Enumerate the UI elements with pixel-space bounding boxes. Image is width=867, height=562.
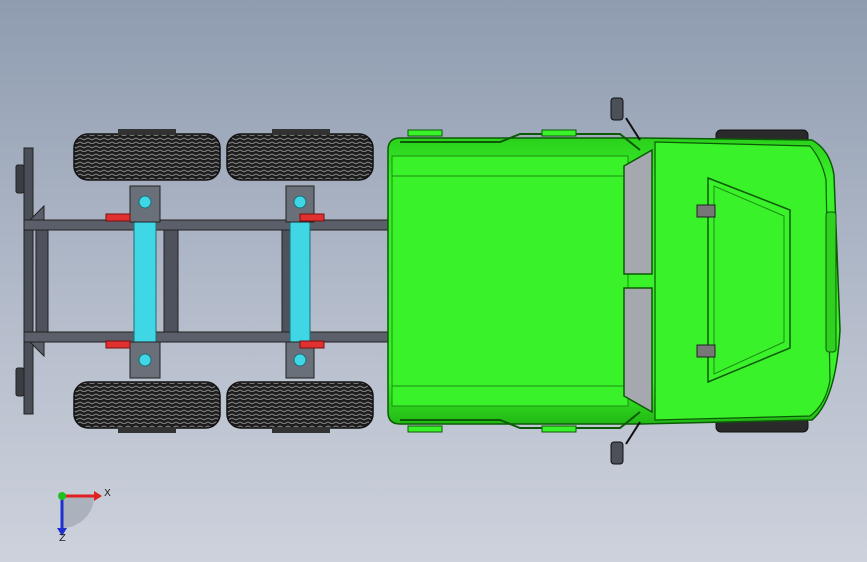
graphics-viewport[interactable]: X Z (0, 0, 867, 562)
coordinate-triad: X Z (46, 480, 116, 546)
chassis-frame (23, 204, 391, 358)
rear-axle-1 (105, 185, 161, 379)
tire-rear-left-1 (73, 129, 221, 181)
tire-rear-left-2 (226, 129, 374, 181)
tire-rear-right-2 (226, 381, 374, 433)
x-axis-label: X (104, 488, 111, 499)
hood (654, 141, 837, 421)
z-axis-label: Z (59, 533, 66, 544)
tire-rear-right-1 (73, 381, 221, 433)
truck-chassis-model[interactable] (0, 0, 867, 562)
rear-bumper (15, 147, 34, 415)
rear-axle-2 (285, 185, 325, 379)
